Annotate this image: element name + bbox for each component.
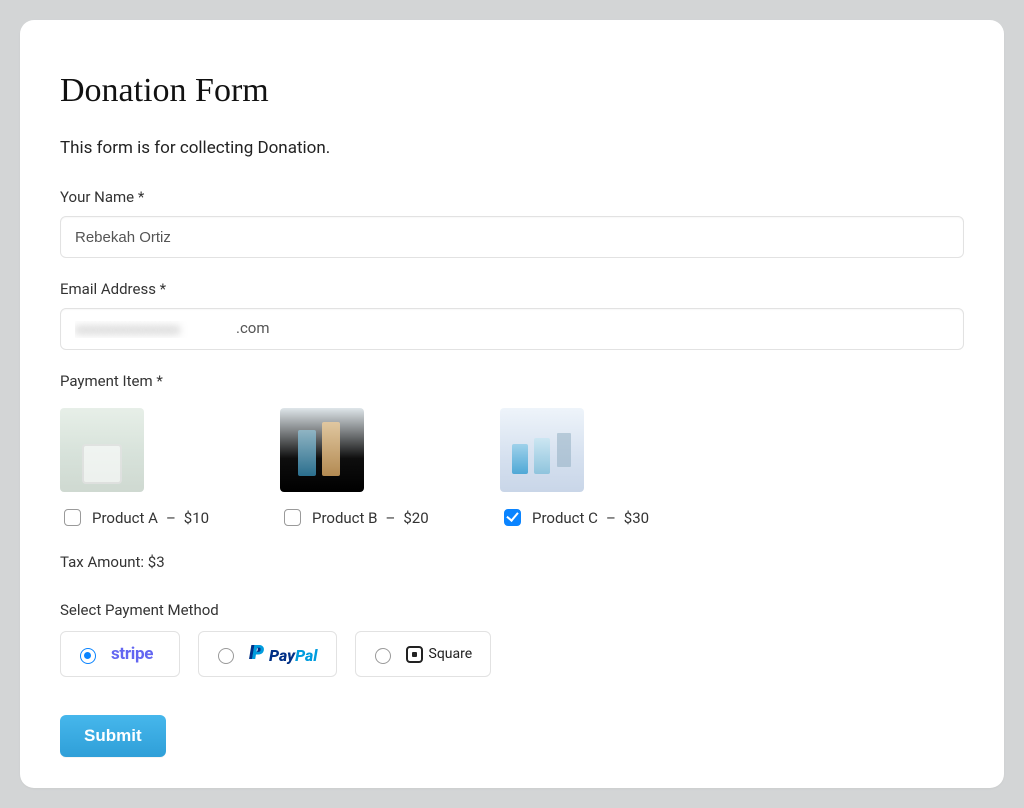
payment-item-option: Product A – $10 [60, 408, 200, 529]
payment-item-option: Product B – $20 [280, 408, 420, 529]
form-card: Donation Form This form is for collectin… [20, 20, 1004, 788]
product-c-row[interactable]: Product C – $30 [500, 506, 640, 529]
product-b-name: Product B [312, 509, 378, 527]
page-title: Donation Form [60, 72, 964, 110]
field-payment-method: Select Payment Method stripe PayPal Squa… [60, 601, 964, 677]
separator: – [386, 509, 396, 527]
product-a-price: $10 [184, 509, 209, 527]
product-b-checkbox[interactable] [284, 509, 301, 526]
product-a-name: Product A [92, 509, 158, 527]
tax-label: Tax Amount: [60, 553, 148, 571]
product-a-row[interactable]: Product A – $10 [60, 506, 200, 529]
square-radio[interactable] [375, 648, 391, 664]
payment-method-label: Select Payment Method [60, 601, 964, 619]
payment-item-label: Payment Item * [60, 372, 964, 390]
form-subtitle: This form is for collecting Donation. [60, 138, 964, 158]
email-input[interactable] [60, 308, 964, 350]
product-b-row[interactable]: Product B – $20 [280, 506, 420, 529]
product-c-image [500, 408, 584, 492]
square-icon [406, 646, 423, 663]
product-b-image [280, 408, 364, 492]
email-label: Email Address * [60, 280, 964, 298]
payment-method-stripe[interactable]: stripe [60, 631, 180, 677]
field-payment-item: Payment Item * Product A – $10 Product B… [60, 372, 964, 571]
product-c-name: Product C [532, 509, 598, 527]
stripe-radio[interactable] [80, 648, 96, 664]
product-a-checkbox[interactable] [64, 509, 81, 526]
payment-method-square[interactable]: Square [355, 631, 492, 677]
separator: – [166, 509, 176, 527]
separator: – [606, 509, 616, 527]
submit-button[interactable]: Submit [60, 715, 166, 757]
field-name: Your Name * [60, 188, 964, 258]
stripe-logo: stripe [111, 644, 153, 664]
payment-method-paypal[interactable]: PayPal [198, 631, 337, 677]
paypal-radio[interactable] [218, 648, 234, 664]
payment-item-option: Product C – $30 [500, 408, 640, 529]
square-text: Square [429, 646, 473, 662]
product-c-price: $30 [624, 509, 649, 527]
square-logo: Square [406, 646, 473, 663]
paypal-logo: PayPal [249, 643, 318, 665]
name-input[interactable] [60, 216, 964, 258]
field-email: Email Address * .com [60, 280, 964, 350]
product-c-checkbox[interactable] [504, 509, 521, 526]
product-a-image [60, 408, 144, 492]
product-b-price: $20 [403, 509, 428, 527]
name-label: Your Name * [60, 188, 964, 206]
tax-value: $3 [148, 553, 165, 571]
tax-amount: Tax Amount: $3 [60, 553, 964, 571]
